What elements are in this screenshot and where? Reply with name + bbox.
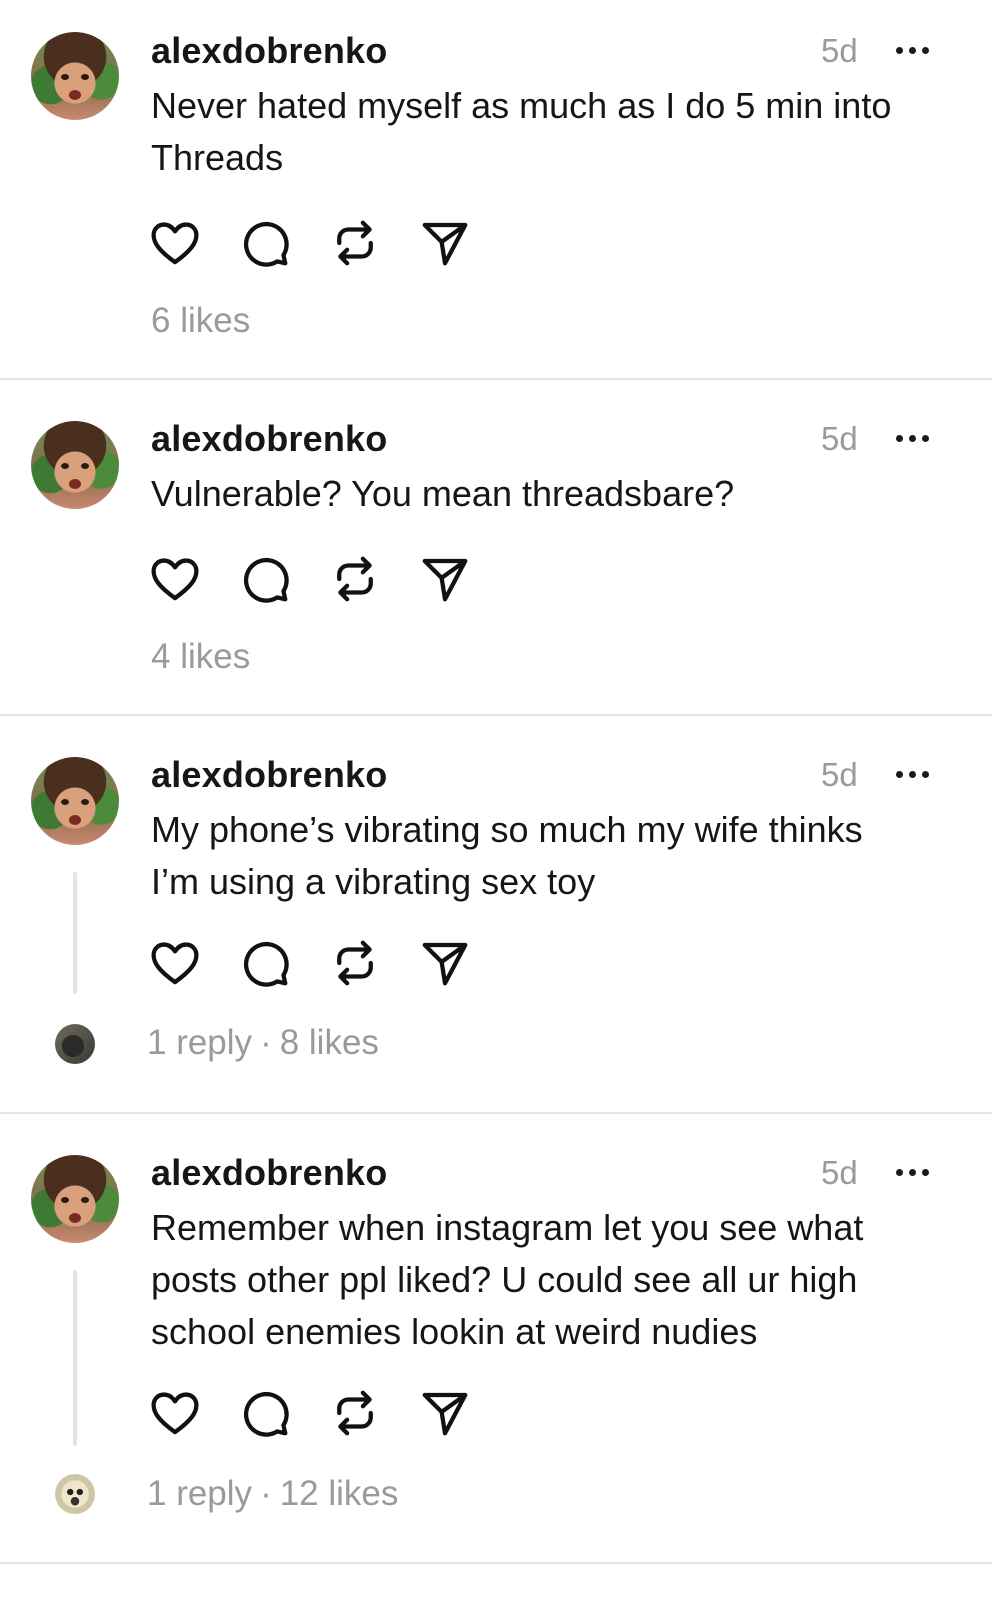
post-meta: 1 reply · 12 likes bbox=[147, 1474, 398, 1514]
avatar-eye bbox=[81, 463, 89, 469]
heart-icon[interactable] bbox=[148, 936, 202, 990]
heart-icon[interactable] bbox=[148, 552, 202, 606]
avatar[interactable] bbox=[31, 1155, 119, 1243]
avatar[interactable] bbox=[31, 32, 119, 120]
comment-icon[interactable] bbox=[238, 1386, 292, 1440]
avatar-mouth bbox=[69, 815, 81, 825]
heart-icon[interactable] bbox=[148, 1386, 202, 1440]
more-dots-icon[interactable] bbox=[896, 768, 934, 780]
thread-line bbox=[73, 1270, 77, 1446]
repost-icon[interactable] bbox=[328, 552, 382, 606]
avatar-eye bbox=[61, 1197, 69, 1203]
reply-count[interactable]: 1 reply bbox=[147, 1023, 252, 1062]
timestamp: 5d bbox=[821, 1154, 858, 1191]
more-dots-icon[interactable] bbox=[896, 44, 934, 56]
post-actions bbox=[148, 216, 478, 270]
post-meta: 1 reply · 8 likes bbox=[147, 1023, 379, 1063]
username[interactable]: alexdobrenko bbox=[151, 1152, 387, 1194]
timestamp: 5d bbox=[821, 32, 858, 69]
post-text: Vulnerable? You mean threadsbare? bbox=[151, 473, 735, 514]
avatar-mouth bbox=[69, 479, 81, 489]
avatar[interactable] bbox=[31, 757, 119, 845]
send-icon[interactable] bbox=[418, 936, 472, 990]
like-count[interactable]: 12 likes bbox=[280, 1474, 399, 1513]
avatar-mouth bbox=[69, 1213, 81, 1223]
avatar-eye bbox=[61, 74, 69, 80]
avatar-eye bbox=[81, 799, 89, 805]
avatar-eye bbox=[61, 799, 69, 805]
username[interactable]: alexdobrenko bbox=[151, 30, 387, 72]
avatar-eye bbox=[81, 74, 89, 80]
comment-icon[interactable] bbox=[238, 216, 292, 270]
timestamp: 5d bbox=[821, 756, 858, 793]
comment-icon[interactable] bbox=[238, 552, 292, 606]
like-count[interactable]: 4 likes bbox=[151, 637, 250, 676]
username[interactable]: alexdobrenko bbox=[151, 418, 387, 460]
reply-count[interactable]: 1 reply bbox=[147, 1474, 252, 1513]
divider bbox=[0, 714, 992, 716]
more-dots-icon[interactable] bbox=[896, 432, 934, 444]
avatar-eye bbox=[81, 1197, 89, 1203]
like-count[interactable]: 6 likes bbox=[151, 301, 250, 340]
replier-avatar[interactable] bbox=[55, 1474, 95, 1514]
send-icon[interactable] bbox=[418, 552, 472, 606]
timestamp: 5d bbox=[821, 420, 858, 457]
avatar-eye bbox=[61, 463, 69, 469]
divider bbox=[0, 1112, 992, 1114]
heart-icon[interactable] bbox=[148, 216, 202, 270]
post-meta: 4 likes bbox=[151, 637, 250, 677]
replier-avatar[interactable] bbox=[55, 1024, 95, 1064]
send-icon[interactable] bbox=[418, 1386, 472, 1440]
post-actions bbox=[148, 936, 478, 990]
post-meta: 6 likes bbox=[151, 301, 250, 341]
username[interactable]: alexdobrenko bbox=[151, 754, 387, 796]
post-actions bbox=[148, 552, 478, 606]
repost-icon[interactable] bbox=[328, 936, 382, 990]
repost-icon[interactable] bbox=[328, 1386, 382, 1440]
send-icon[interactable] bbox=[418, 216, 472, 270]
post-text: Remember when instagram let you see what… bbox=[151, 1207, 864, 1352]
post-text: Never hated myself as much as I do 5 min… bbox=[151, 85, 892, 178]
more-dots-icon[interactable] bbox=[896, 1166, 934, 1178]
repost-icon[interactable] bbox=[328, 216, 382, 270]
thread-line bbox=[73, 872, 77, 994]
divider bbox=[0, 1562, 992, 1564]
divider bbox=[0, 378, 992, 380]
threads-feed: alexdobrenko 5d Never hated myself as mu… bbox=[0, 0, 992, 1600]
post-text: My phone’s vibrating so much my wife thi… bbox=[151, 809, 863, 902]
avatar[interactable] bbox=[31, 421, 119, 509]
avatar-mouth bbox=[69, 90, 81, 100]
comment-icon[interactable] bbox=[238, 936, 292, 990]
like-count[interactable]: 8 likes bbox=[280, 1023, 379, 1062]
post-actions bbox=[148, 1386, 478, 1440]
meta-separator: · bbox=[260, 1474, 272, 1513]
meta-separator: · bbox=[260, 1023, 272, 1062]
